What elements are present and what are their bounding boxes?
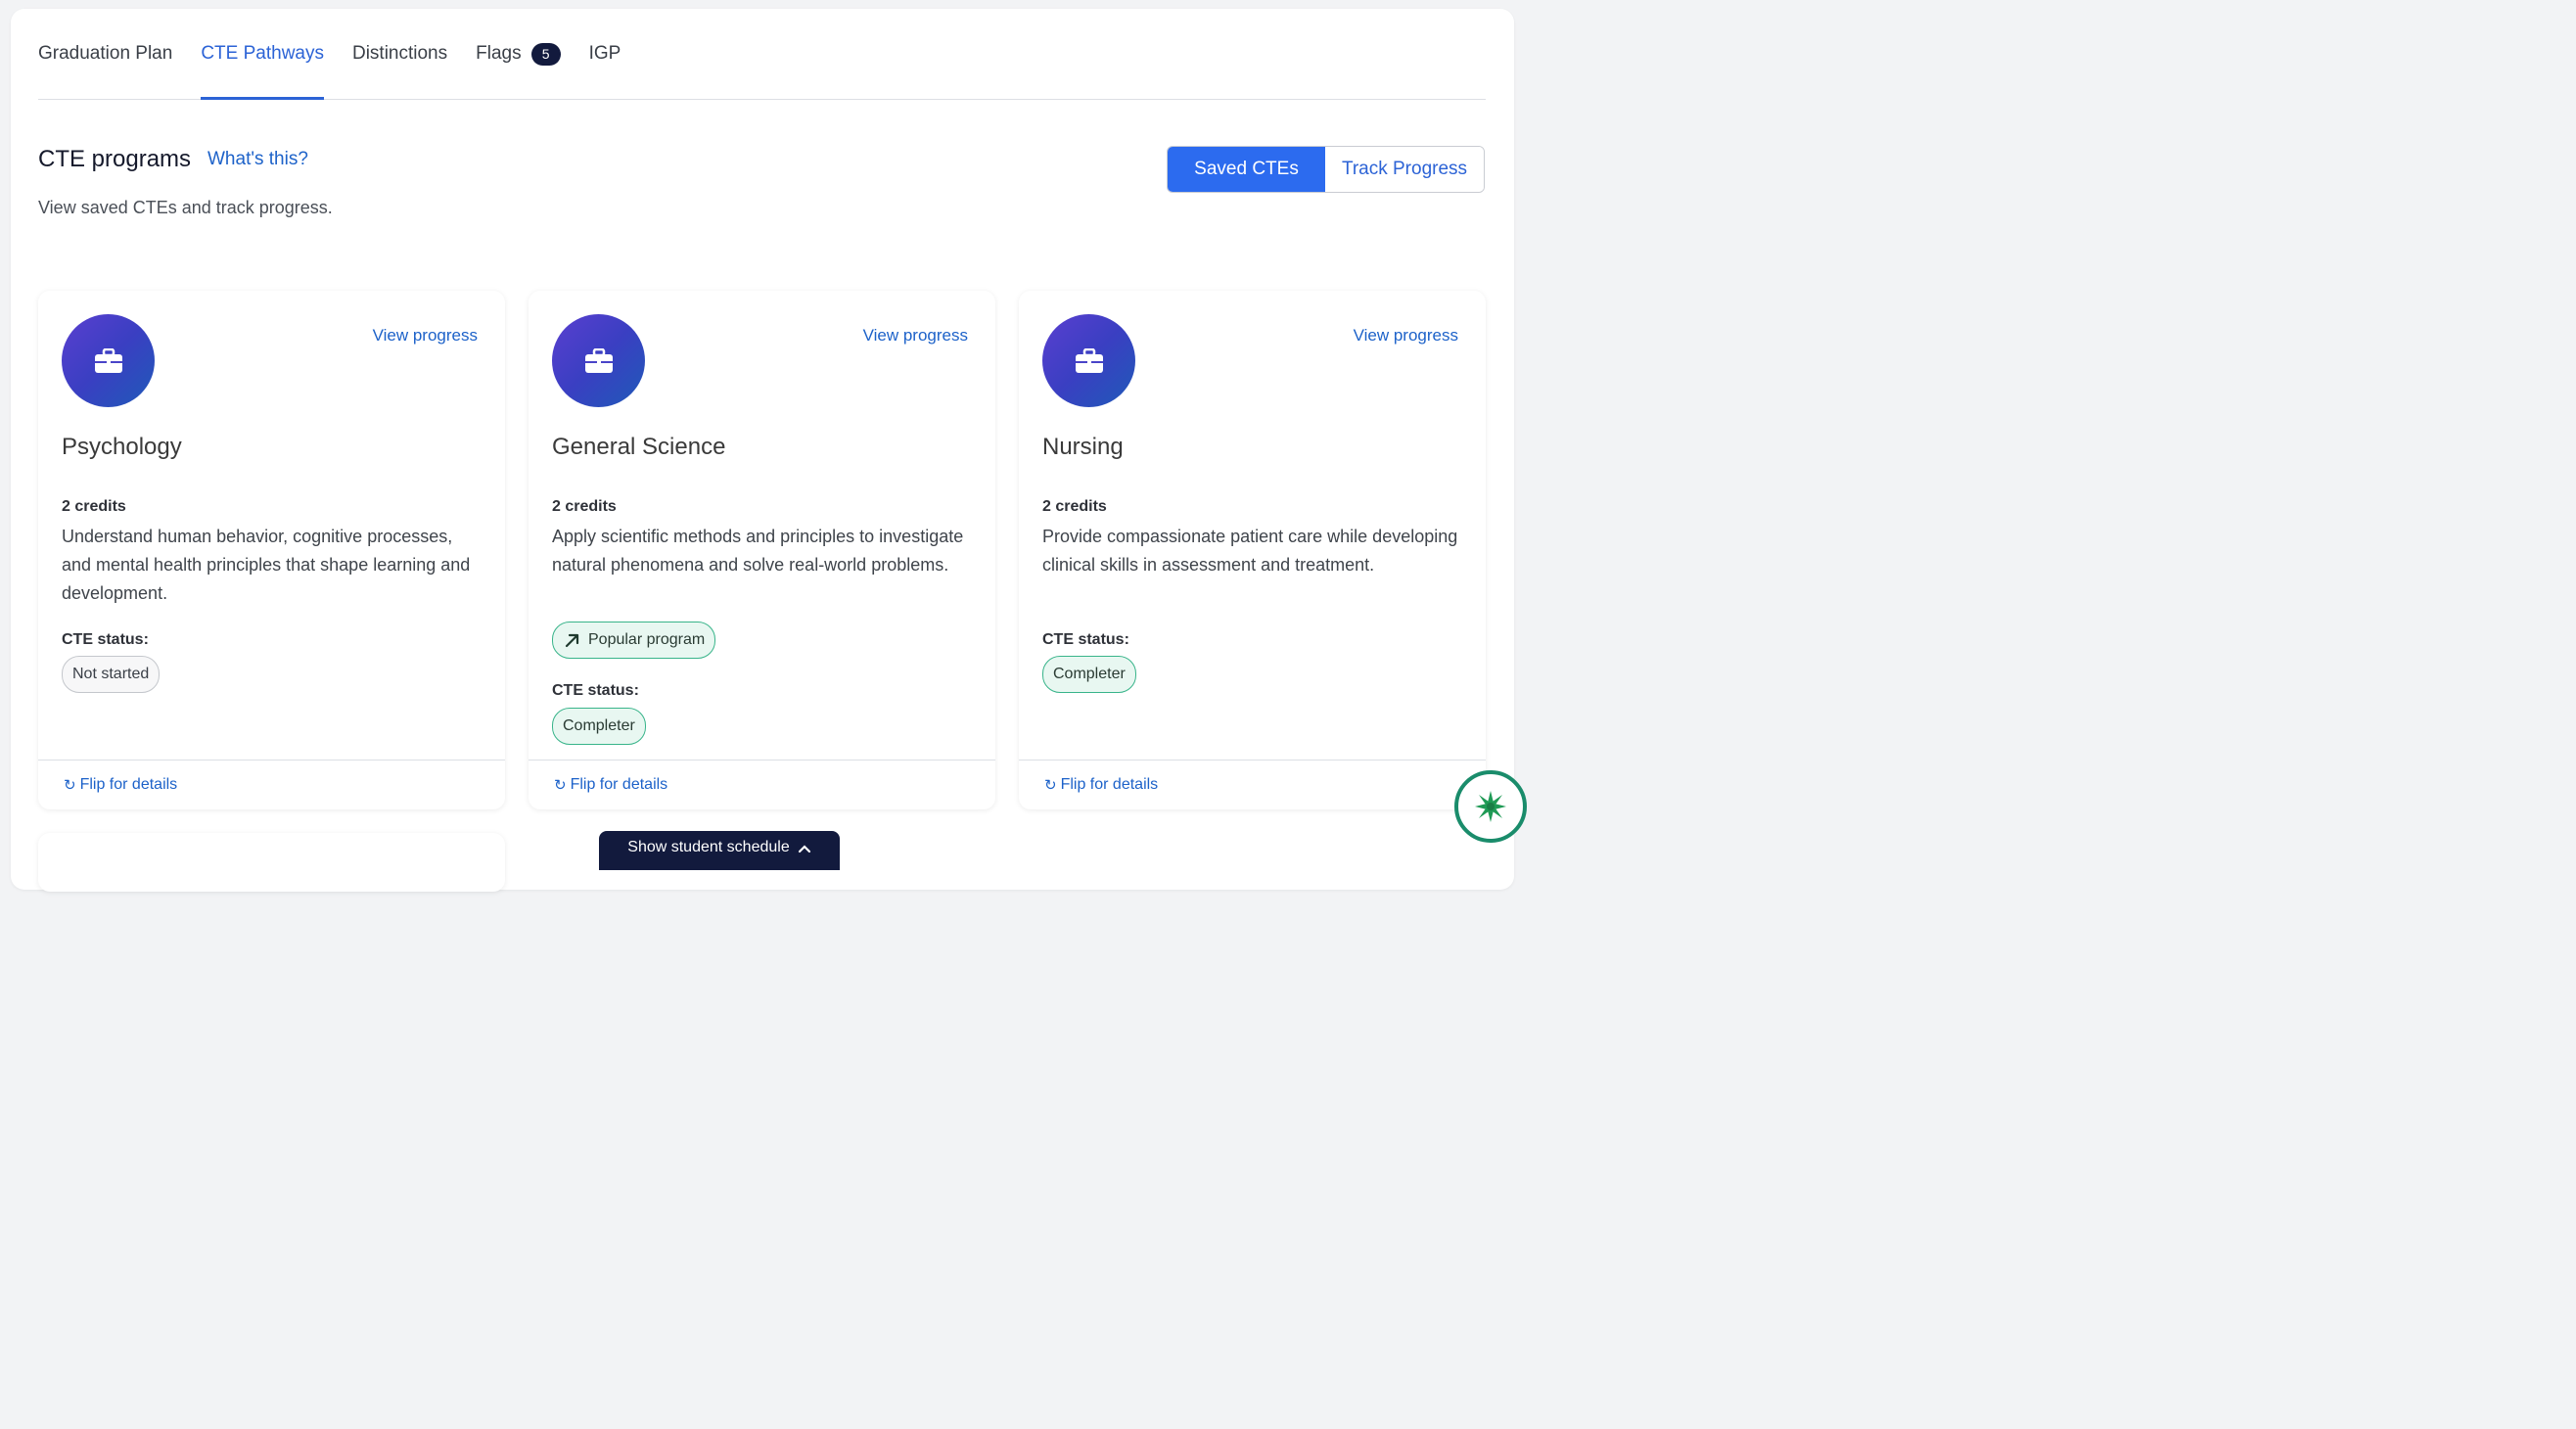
status-badge: Completer: [1042, 656, 1136, 693]
cte-card-nursing: View progress Nursing 2 credits Provide …: [1019, 291, 1486, 809]
show-student-schedule-button[interactable]: Show student schedule: [599, 831, 840, 870]
cte-card-psychology: View progress Psychology 2 credits Under…: [38, 291, 505, 809]
trending-arrow-icon: [565, 633, 579, 648]
assistant-launcher-button[interactable]: [1454, 770, 1527, 843]
flags-count-badge: 5: [530, 42, 561, 66]
tab-label: Graduation Plan: [38, 43, 173, 64]
refresh-icon: ↻: [1044, 777, 1057, 794]
program-title: Nursing: [1042, 434, 1124, 460]
tab-flags[interactable]: Flags 5: [476, 9, 561, 99]
tab-label: CTE Pathways: [201, 43, 324, 64]
refresh-icon: ↻: [554, 777, 567, 794]
program-description: Provide compassionate patient care while…: [1042, 527, 1458, 575]
view-progress-link[interactable]: View progress: [1354, 326, 1458, 346]
star-burst-icon: [1475, 791, 1506, 822]
program-credits: 2 credits: [62, 498, 126, 515]
program-title: Psychology: [62, 434, 182, 460]
whats-this-link[interactable]: What's this?: [207, 149, 308, 170]
cte-status-label: CTE status:: [1042, 631, 1129, 648]
section-title: CTE programs: [38, 146, 192, 172]
tab-label: IGP: [588, 43, 621, 64]
flip-for-details-button[interactable]: ↻ Flip for details: [1019, 760, 1486, 809]
view-progress-link[interactable]: View progress: [373, 326, 478, 346]
tab-igp[interactable]: IGP: [589, 9, 621, 99]
briefcase-icon: [584, 347, 613, 373]
flip-for-details-button[interactable]: ↻ Flip for details: [529, 760, 995, 809]
schedule-label: Show student schedule: [627, 839, 790, 855]
tab-label: Flags: [476, 43, 522, 64]
program-credits: 2 credits: [1042, 498, 1107, 515]
view-toggle: Saved CTEs Track Progress: [1167, 146, 1485, 193]
main-panel: Graduation Plan CTE Pathways Distinction…: [11, 9, 1514, 892]
flip-for-details-button[interactable]: ↻ Flip for details: [38, 760, 505, 809]
flip-label: Flip for details: [79, 776, 178, 793]
program-icon-circle: [1042, 314, 1135, 407]
chevron-up-icon: [798, 845, 810, 853]
flip-label: Flip for details: [1060, 776, 1159, 793]
refresh-icon: ↻: [64, 777, 76, 794]
tab-label: Distinctions: [351, 43, 448, 64]
track-progress-button[interactable]: Track Progress: [1325, 147, 1484, 192]
program-title: General Science: [552, 434, 726, 460]
status-badge: Not started: [62, 656, 161, 693]
popular-program-badge: Popular program: [552, 622, 716, 659]
section-subtitle: View saved CTEs and track progress.: [38, 198, 333, 217]
program-description: Apply scientific methods and principles …: [552, 527, 964, 575]
cte-status-label: CTE status:: [62, 631, 149, 648]
saved-ctes-button[interactable]: Saved CTEs: [1168, 147, 1325, 192]
popular-label: Popular program: [588, 631, 706, 648]
tab-cte-pathways[interactable]: CTE Pathways: [201, 9, 324, 100]
program-description: Understand human behavior, cognitive pro…: [62, 527, 471, 603]
flip-label: Flip for details: [570, 776, 668, 793]
program-icon-circle: [62, 314, 155, 407]
status-badge: Completer: [552, 708, 646, 745]
briefcase-icon: [1075, 347, 1103, 373]
tab-bar: Graduation Plan CTE Pathways Distinction…: [38, 9, 1486, 100]
cte-card-next: [38, 833, 505, 892]
tab-graduation-plan[interactable]: Graduation Plan: [38, 9, 172, 99]
program-icon-circle: [552, 314, 645, 407]
cte-card-general-science: View progress General Science 2 credits …: [529, 291, 995, 809]
program-credits: 2 credits: [552, 498, 617, 515]
tab-distinctions[interactable]: Distinctions: [352, 9, 447, 99]
view-progress-link[interactable]: View progress: [863, 326, 968, 346]
briefcase-icon: [94, 347, 122, 373]
cte-status-label: CTE status:: [552, 682, 639, 699]
